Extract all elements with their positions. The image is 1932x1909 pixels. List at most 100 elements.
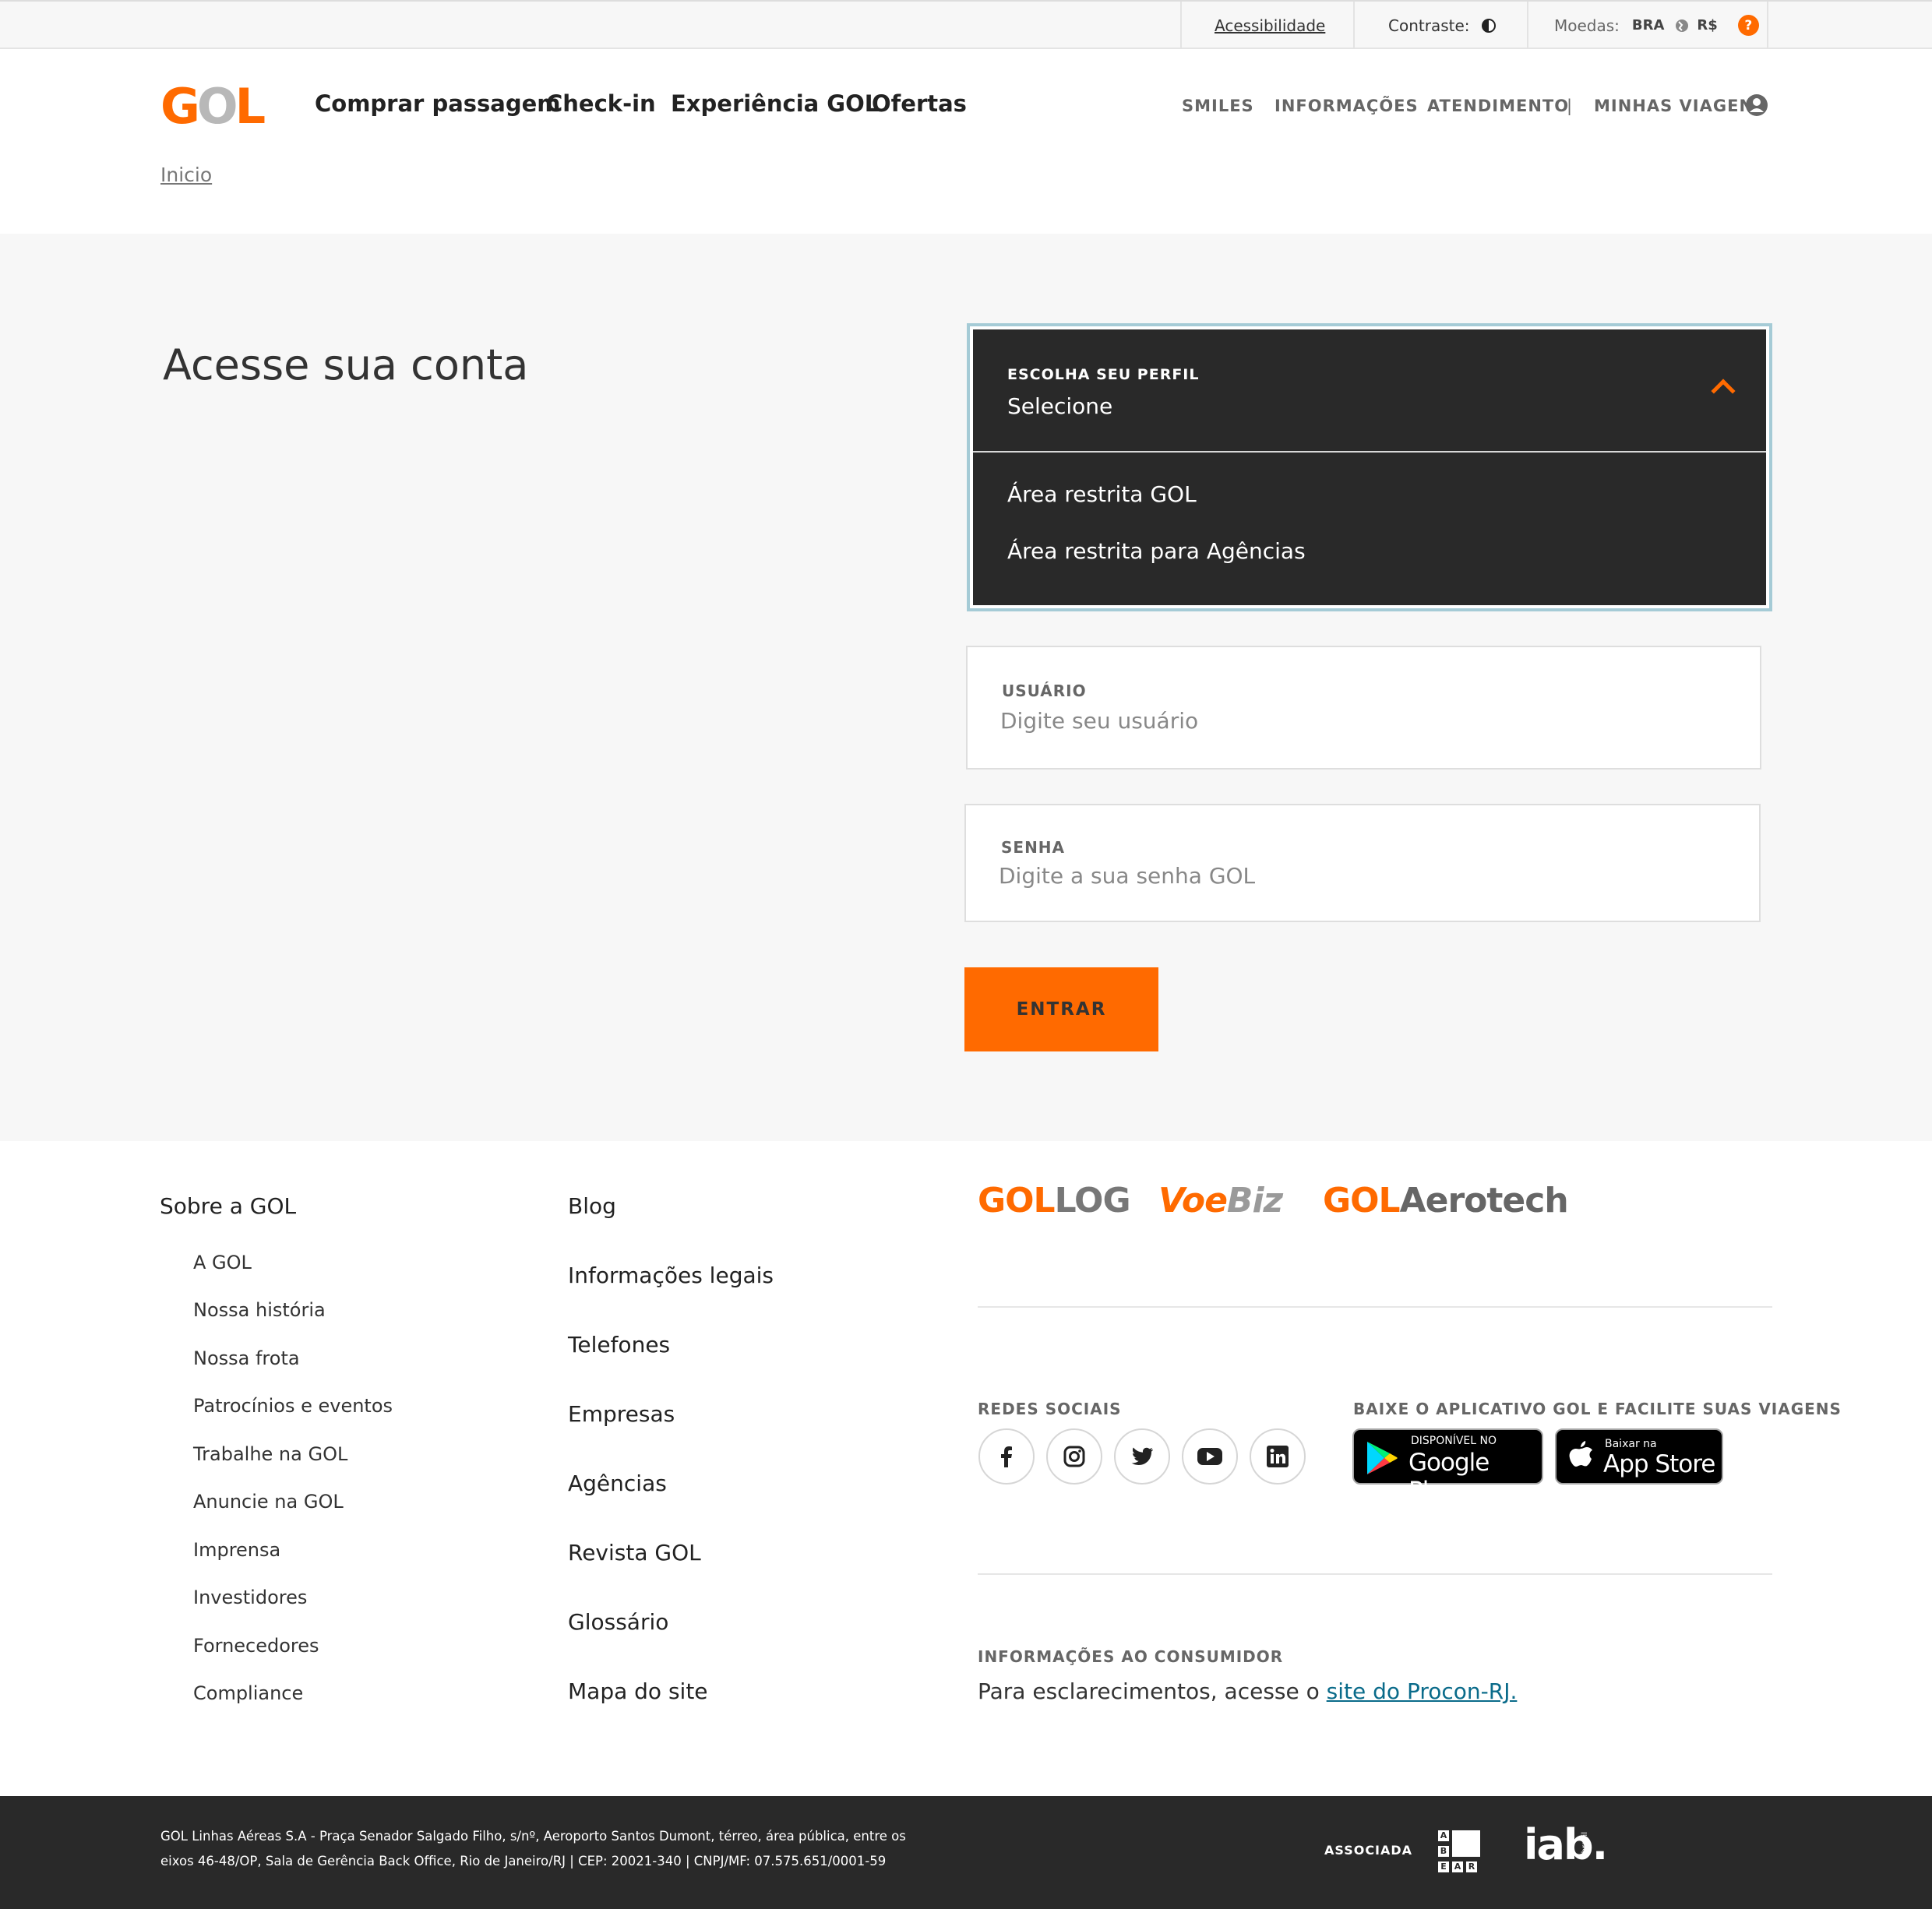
password-field[interactable]: SENHA (964, 804, 1761, 922)
brand-text: LOG (1054, 1181, 1131, 1220)
footer-link-glossary[interactable]: Glossário (568, 1609, 668, 1635)
link-smiles[interactable]: SMILES (1182, 97, 1254, 115)
twitter-icon[interactable] (1114, 1428, 1170, 1485)
link-my-trips[interactable]: MINHAS VIAGENS (1594, 97, 1766, 115)
footer-link[interactable]: Imprensa (193, 1539, 280, 1561)
link-information[interactable]: INFORMAÇÕES (1274, 97, 1419, 115)
footer-link-magazine[interactable]: Revista GOL (568, 1540, 701, 1566)
footer-link[interactable]: Fornecedores (193, 1635, 319, 1657)
password-input[interactable] (999, 863, 1700, 889)
brand-text: Voe (1158, 1181, 1228, 1220)
nav-separator: | (1567, 97, 1574, 115)
abear-letter: B (1438, 1846, 1449, 1857)
footer-link[interactable]: Nossa frota (193, 1347, 300, 1369)
footer-link-sitemap[interactable]: Mapa do site (568, 1678, 708, 1704)
profile-selected-value[interactable]: Selecione (1007, 393, 1112, 419)
google-play-small: DISPONÍVEL NO (1411, 1435, 1497, 1447)
divider (978, 1573, 1772, 1575)
footer-link[interactable]: Trabalhe na GOL (193, 1443, 347, 1465)
facebook-icon[interactable] (978, 1428, 1035, 1485)
country-code: BRA (1631, 17, 1665, 33)
logo-letter: O (196, 78, 238, 135)
chevron-up-icon[interactable] (1711, 379, 1736, 403)
abear-letter: E (1438, 1861, 1449, 1872)
gol-logo[interactable]: GOL (160, 83, 266, 131)
footer-link[interactable]: Compliance (193, 1682, 303, 1704)
footer-link-blog[interactable]: Blog (568, 1193, 616, 1219)
social-title: REDES SOCIAIS (978, 1400, 1122, 1418)
contrast-label: Contraste: (1388, 16, 1470, 35)
nav-buy-ticket[interactable]: Comprar passagem (315, 90, 561, 117)
currency-label: Moedas: (1554, 16, 1620, 35)
abear-logo[interactable]: A B E A R (1438, 1830, 1482, 1874)
consumer-text-body: Para esclarecimentos, acesse o (978, 1678, 1327, 1704)
footer-link[interactable]: Nossa história (193, 1299, 326, 1321)
utility-bar: Acessibilidade Contraste: Moedas: BRA R$… (0, 0, 1932, 49)
gollog-logo[interactable]: GOLLOG (978, 1181, 1131, 1220)
app-title: BAIXE O APLICATIVO GOL E FACILITE SUAS V… (1353, 1400, 1842, 1418)
abear-letter: R (1466, 1861, 1477, 1872)
profile-dropdown-panel: ESCOLHA SEU PERFIL Selecione Área restri… (973, 329, 1766, 605)
youtube-icon[interactable] (1182, 1428, 1238, 1485)
app-store-button[interactable]: Baixar na App Store (1555, 1428, 1723, 1485)
username-label: USUÁRIO (1002, 682, 1087, 700)
link-support[interactable]: ATENDIMENTO (1427, 97, 1569, 115)
user-icon[interactable] (1745, 93, 1768, 117)
globe-icon (1676, 19, 1689, 32)
password-label: SENHA (1001, 838, 1066, 857)
consumer-title: INFORMAÇÕES AO CONSUMIDOR (978, 1647, 1284, 1666)
breadcrumb-home[interactable]: Inicio (160, 164, 212, 186)
instagram-icon[interactable] (1046, 1428, 1102, 1485)
linkedin-icon[interactable] (1250, 1428, 1306, 1485)
currency-selector[interactable]: Moedas: BRA R$ ? (1554, 2, 1759, 49)
footer-link[interactable]: Investidores (193, 1587, 307, 1608)
username-field[interactable]: USUÁRIO (966, 646, 1761, 770)
apple-icon (1569, 1441, 1592, 1467)
footer-about-title[interactable]: Sobre a GOL (160, 1193, 296, 1219)
divider (1767, 2, 1768, 49)
abear-letter: A (1452, 1861, 1463, 1872)
company-address-line1: GOL Linhas Aéreas S.A - Praça Senador Sa… (160, 1829, 906, 1844)
footer-link-phones[interactable]: Telefones (568, 1332, 670, 1358)
nav-gol-experience[interactable]: Experiência GOL (671, 90, 879, 117)
profile-option-gol[interactable]: Área restrita GOL (1007, 481, 1197, 507)
footer-link[interactable]: Patrocínios e eventos (193, 1395, 393, 1417)
voebiz-logo[interactable]: VoeBiz (1158, 1181, 1283, 1220)
associated-label: ASSOCIADA (1324, 1843, 1413, 1858)
username-input[interactable] (1000, 708, 1701, 734)
logo-letter: G (160, 78, 200, 135)
app-store-small: Baixar na (1605, 1438, 1657, 1450)
profile-option-agencies[interactable]: Área restrita para Agências (1007, 538, 1306, 564)
google-play-icon (1367, 1442, 1398, 1474)
profile-dropdown[interactable]: ESCOLHA SEU PERFIL Selecione Área restri… (967, 323, 1772, 611)
abear-mark (1452, 1830, 1480, 1857)
google-play-big: Google Play (1408, 1449, 1490, 1505)
footer-link-companies[interactable]: Empresas (568, 1401, 675, 1427)
consumer-text: Para esclarecimentos, acesse o site do P… (978, 1678, 1517, 1704)
footer-link-legal[interactable]: Informações legais (568, 1263, 774, 1288)
enter-button[interactable]: ENTRAR (964, 967, 1158, 1051)
iab-text: iab. (1524, 1820, 1608, 1869)
brand-text: Biz (1226, 1181, 1283, 1220)
footer-link[interactable]: A GOL (193, 1252, 252, 1273)
golaerotech-logo[interactable]: GOLAerotech (1323, 1184, 1569, 1218)
contrast-toggle[interactable]: Contraste: (1388, 2, 1497, 49)
google-play-button[interactable]: DISPONÍVEL NO Google Play (1352, 1428, 1543, 1505)
footer-link[interactable]: Anuncie na GOL (193, 1491, 344, 1513)
iab-logo[interactable]: iab. (1524, 1824, 1608, 1866)
divider (1180, 2, 1182, 49)
nav-offers[interactable]: Ofertas (872, 90, 967, 117)
brand-text: L (1033, 1181, 1056, 1220)
company-address-line2: eixos 46-48/OP, Sala de Gerência Back Of… (160, 1854, 887, 1868)
profile-label: ESCOLHA SEU PERFIL (1007, 366, 1200, 383)
help-icon[interactable]: ? (1737, 15, 1759, 36)
accessibility-link[interactable]: Acessibilidade (1215, 2, 1325, 49)
currency-code: R$ (1697, 17, 1718, 33)
contrast-icon (1481, 18, 1496, 33)
page-title: Acesse sua conta (163, 340, 529, 389)
legal-bar: GOL Linhas Aéreas S.A - Praça Senador Sa… (0, 1796, 1932, 1909)
procon-link[interactable]: site do Procon-RJ. (1327, 1678, 1518, 1704)
abear-letter: A (1438, 1830, 1449, 1841)
footer-link-agencies[interactable]: Agências (568, 1470, 667, 1496)
nav-checkin[interactable]: Check-in (546, 90, 656, 117)
